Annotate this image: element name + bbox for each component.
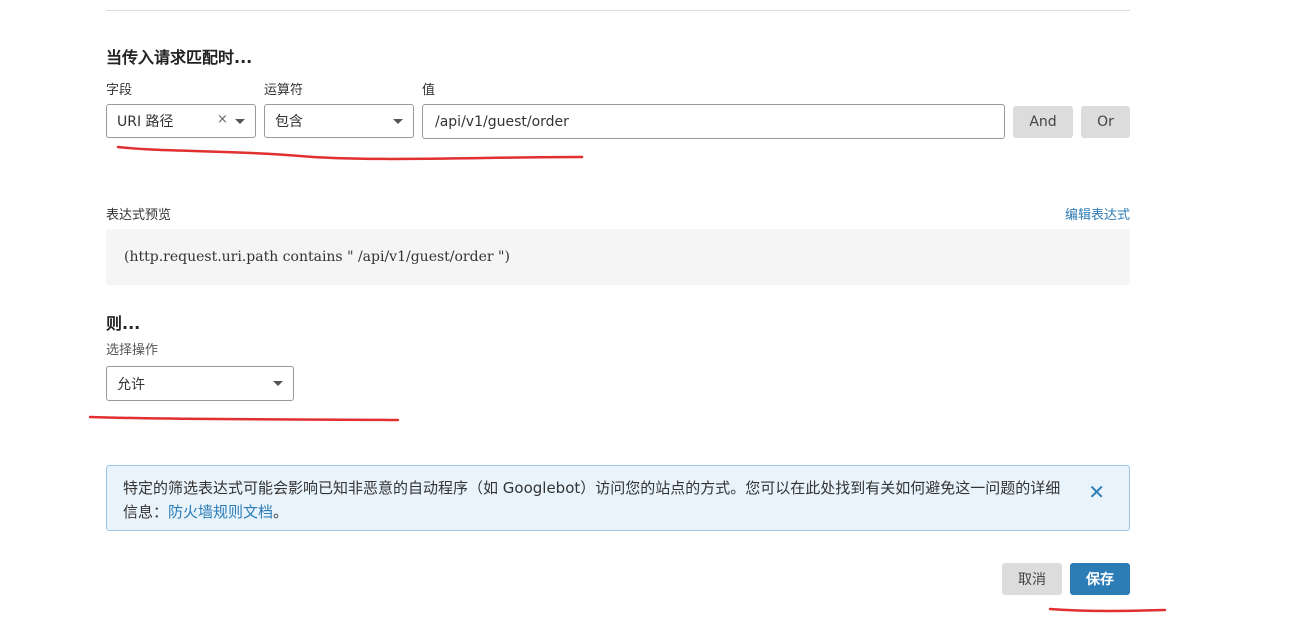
value-input[interactable] xyxy=(422,104,1005,139)
annotation-marks xyxy=(88,145,1167,613)
field-label: 字段 xyxy=(106,83,133,98)
caret-down-icon[interactable] xyxy=(273,381,283,386)
alert-text-end: 。 xyxy=(273,503,289,521)
value-label: 值 xyxy=(422,83,436,98)
annotation-underline-action xyxy=(88,415,400,422)
and-button[interactable]: And xyxy=(1013,106,1073,138)
action-heading: 则... xyxy=(106,314,141,333)
condition-heading: 当传入请求匹配时... xyxy=(106,48,253,67)
preview-label: 表达式预览 xyxy=(106,208,172,223)
field-select-value: URI 路径 xyxy=(117,114,174,130)
field-select[interactable]: URI 路径 × xyxy=(106,104,256,138)
or-button[interactable]: Or xyxy=(1081,106,1130,138)
annotation-underline-save xyxy=(1048,607,1167,613)
close-icon[interactable]: ✕ xyxy=(1088,480,1105,504)
save-button[interactable]: 保存 xyxy=(1070,563,1130,595)
caret-down-icon[interactable] xyxy=(393,119,403,124)
expression-preview: (http.request.uri.path contains " /api/v… xyxy=(106,229,1130,285)
operator-select-value: 包含 xyxy=(275,114,303,130)
action-label: 选择操作 xyxy=(106,343,159,358)
cancel-button[interactable]: 取消 xyxy=(1002,563,1062,595)
annotation-underline-condition xyxy=(116,145,584,161)
operator-select[interactable]: 包含 xyxy=(264,104,414,138)
caret-down-icon[interactable] xyxy=(235,119,245,124)
expression-text: (http.request.uri.path contains " /api/v… xyxy=(124,249,510,265)
action-select[interactable]: 允许 xyxy=(106,366,294,401)
info-alert: 特定的筛选表达式可能会影响已知非恶意的自动程序（如 Googlebot）访问您的… xyxy=(106,465,1130,531)
firewall-docs-link[interactable]: 防火墙规则文档 xyxy=(168,503,273,521)
operator-label: 运算符 xyxy=(264,83,304,98)
top-divider xyxy=(106,10,1130,11)
edit-expression-link[interactable]: 编辑表达式 xyxy=(1065,204,1130,223)
clear-icon[interactable]: × xyxy=(217,112,228,127)
action-select-value: 允许 xyxy=(117,376,145,393)
